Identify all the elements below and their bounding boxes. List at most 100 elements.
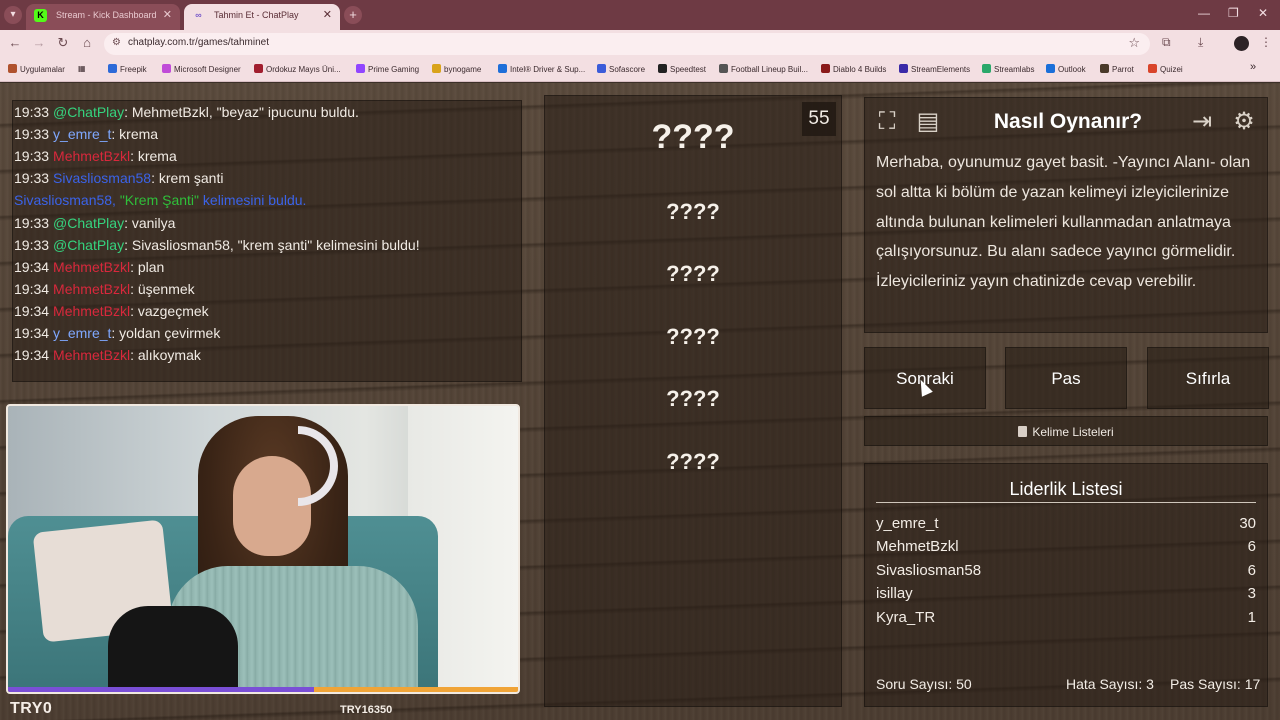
back-icon[interactable]: ← xyxy=(6,35,24,50)
settings-gear-icon[interactable]: ⚙ xyxy=(1228,106,1260,138)
home-icon[interactable]: ⌂ xyxy=(78,35,96,50)
close-window-icon[interactable]: ✕ xyxy=(1258,6,1268,20)
chat-timestamp: 19:34 xyxy=(14,259,50,275)
tab-label: Stream - Kick Dashboard xyxy=(56,10,157,20)
notice-word: "Krem Şanti" xyxy=(119,192,203,208)
document-icon[interactable]: ▤ xyxy=(912,106,944,138)
bookmark-item[interactable]: Sofascore xyxy=(597,64,645,74)
forbidden-word: ???? xyxy=(666,199,720,224)
close-tab-icon[interactable]: ✕ xyxy=(323,4,332,26)
chat-line: 19:34 MehmetBzkl: vazgeçmek xyxy=(14,303,209,319)
leaderboard-score: 6 xyxy=(1247,538,1256,555)
prime-gaming-icon xyxy=(356,64,365,73)
chat-username[interactable]: @ChatPlay xyxy=(53,215,124,231)
fullscreen-icon[interactable]: ⛶ xyxy=(871,106,903,138)
how-to-play-title: Nasıl Oynanır? xyxy=(993,110,1143,133)
chat-username[interactable]: y_emre_t xyxy=(53,325,111,341)
chat-username[interactable]: MehmetBzkl xyxy=(53,148,130,164)
bookmarks-bar: Uygulamalar ▦ Freepik Microsoft Designer… xyxy=(0,58,1280,82)
forward-icon[interactable]: → xyxy=(30,35,48,50)
maximize-icon[interactable]: ❐ xyxy=(1228,6,1239,20)
chat-username[interactable]: MehmetBzkl xyxy=(53,281,130,297)
bookmark-item[interactable]: Quizei xyxy=(1148,64,1183,74)
chat-message: : plan xyxy=(130,259,165,275)
chat-username[interactable]: @ChatPlay xyxy=(53,237,124,253)
extensions-icon[interactable]: ⧉ xyxy=(1162,35,1171,50)
tab-label: Tahmin Et - ChatPlay xyxy=(214,10,299,20)
streamer-id: TRY16350 xyxy=(340,704,393,716)
profile-avatar[interactable] xyxy=(1234,36,1249,51)
bookmark-item[interactable]: Prime Gaming xyxy=(356,64,419,74)
chat-username[interactable]: @ChatPlay xyxy=(53,104,124,120)
chat-message: : vazgeçmek xyxy=(130,303,209,319)
bookmark-item[interactable]: StreamElements xyxy=(899,64,970,74)
bookmark-item[interactable]: Freepik xyxy=(108,64,147,74)
lineup-icon xyxy=(719,64,728,73)
browser-toolbar: ← → ↻ ⌂ ⚙ chatplay.com.tr/games/tahminet… xyxy=(0,30,1280,58)
leaderboard-score: 1 xyxy=(1247,609,1256,626)
word-lists-button[interactable]: Kelime Listeleri xyxy=(864,416,1268,446)
tab-chatplay[interactable]: ∞ Tahmin Et - ChatPlay ✕ xyxy=(184,4,340,30)
forbidden-word: ???? xyxy=(666,449,720,474)
new-tab-button[interactable]: + xyxy=(344,6,362,24)
book-icon xyxy=(1018,426,1028,437)
bookmark-item[interactable]: Streamlabs xyxy=(982,64,1034,74)
chat-username[interactable]: MehmetBzkl xyxy=(53,303,130,319)
sofascore-icon xyxy=(597,64,606,73)
quizei-icon xyxy=(1148,64,1157,73)
leaderboard-player: Sivasliosman58 xyxy=(876,562,982,579)
bookmark-item[interactable]: Intel® Driver & Sup... xyxy=(498,64,585,74)
chat-message: : alıkoymak xyxy=(130,347,201,363)
close-tab-icon[interactable]: ✕ xyxy=(163,4,172,26)
pass-button[interactable]: Pas xyxy=(1005,347,1127,409)
grid-icon[interactable]: ▦ xyxy=(78,64,86,73)
notice-text: kelimesini buldu. xyxy=(202,192,307,208)
chat-username[interactable]: y_emre_t xyxy=(53,126,111,142)
chat-timestamp: 19:33 xyxy=(14,104,50,120)
bynogame-icon xyxy=(432,64,441,73)
streamelements-icon xyxy=(899,64,908,73)
bookmark-item[interactable]: Microsoft Designer xyxy=(162,64,241,74)
target-word: ???? xyxy=(651,118,735,156)
chat-line: 19:34 y_emre_t: yoldan çevirmek xyxy=(14,325,220,341)
chat-line: 19:33 Sivasliosman58: krem şanti xyxy=(14,170,223,186)
bookmark-item[interactable]: Ordokuz Mayıs Üni... xyxy=(254,64,341,74)
chat-username[interactable]: MehmetBzkl xyxy=(53,259,130,275)
leaderboard-player: isillay xyxy=(876,585,913,602)
chat-message: : Sivasliosman58, "krem şanti" kelimesin… xyxy=(124,237,420,253)
forbidden-word: ???? xyxy=(666,324,720,349)
bookmark-item[interactable]: Uygulamalar xyxy=(8,64,65,74)
word-lists-label: Kelime Listeleri xyxy=(1032,425,1114,439)
error-count: Hata Sayısı: 3 xyxy=(1066,676,1154,692)
webcam-person-leg xyxy=(108,606,238,692)
bookmark-item[interactable]: Outlook xyxy=(1046,64,1086,74)
bookmark-item[interactable]: bynogame xyxy=(432,64,481,74)
bookmark-item[interactable]: Diablo 4 Builds xyxy=(821,64,886,74)
chat-timestamp: 19:34 xyxy=(14,303,50,319)
apps-icon xyxy=(8,64,17,73)
reset-button[interactable]: Sıfırla xyxy=(1147,347,1269,409)
leaderboard-divider xyxy=(876,502,1256,503)
leaderboard-player: Kyra_TR xyxy=(876,609,936,626)
tab-search-icon[interactable]: ▾ xyxy=(4,6,22,24)
chat-message: : krem şanti xyxy=(151,170,224,186)
address-bar[interactable]: ⚙ chatplay.com.tr/games/tahminet ☆ xyxy=(104,33,1150,55)
site-info-icon[interactable]: ⚙ xyxy=(112,37,121,48)
speedtest-icon xyxy=(658,64,667,73)
minimize-icon[interactable]: — xyxy=(1198,6,1210,20)
chat-username[interactable]: Sivasliosman58 xyxy=(53,170,151,186)
downloads-icon[interactable]: ⤓ xyxy=(1198,35,1203,50)
tab-kick-dashboard[interactable]: K Stream - Kick Dashboard ✕ xyxy=(26,4,180,30)
bookmark-item[interactable]: Speedtest xyxy=(658,64,706,74)
exit-icon[interactable]: ⇥ xyxy=(1186,106,1218,138)
bookmark-star-icon[interactable]: ☆ xyxy=(1128,35,1140,51)
more-bookmarks-icon[interactable]: » xyxy=(1250,61,1256,73)
menu-icon[interactable]: ⋮ xyxy=(1260,35,1272,49)
bookmark-item[interactable]: Parrot xyxy=(1100,64,1134,74)
chat-username[interactable]: MehmetBzkl xyxy=(53,347,130,363)
chat-line: 19:34 MehmetBzkl: plan xyxy=(14,259,164,275)
reload-icon[interactable]: ↻ xyxy=(54,35,72,51)
chat-timestamp: 19:33 xyxy=(14,148,50,164)
chat-line: 19:33 y_emre_t: krema xyxy=(14,126,158,142)
bookmark-item[interactable]: Football Lineup Buil... xyxy=(719,64,808,74)
